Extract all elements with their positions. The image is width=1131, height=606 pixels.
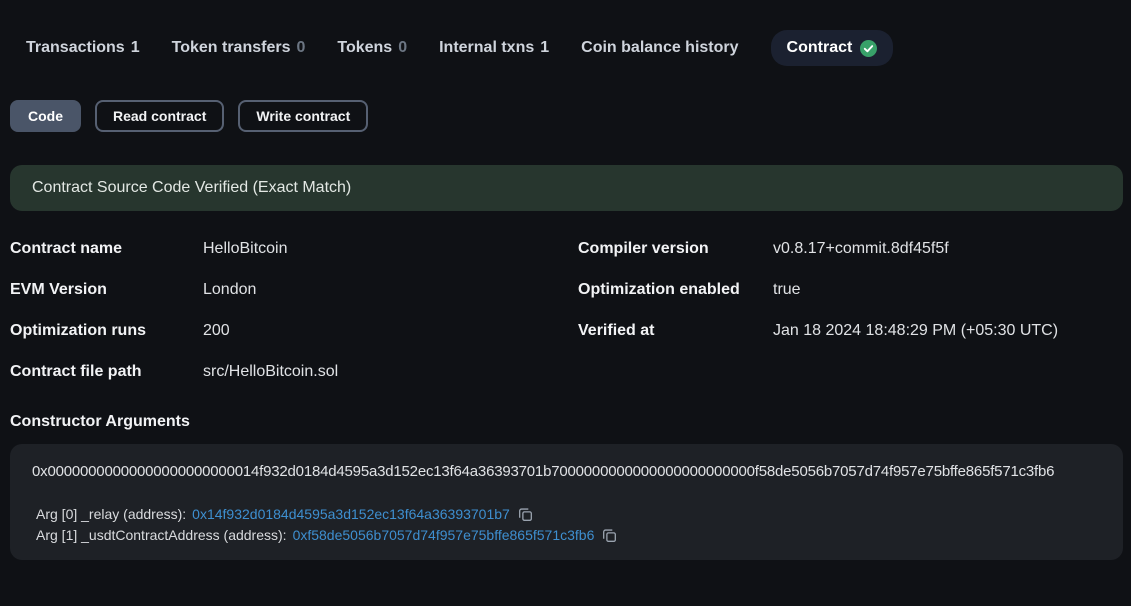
evm-version-value: London <box>203 281 578 299</box>
optimization-enabled-label: Optimization enabled <box>578 281 773 299</box>
optimization-runs-label: Optimization runs <box>10 322 203 340</box>
tab-transactions[interactable]: Transactions 1 <box>26 39 140 57</box>
write-contract-button[interactable]: Write contract <box>238 100 368 132</box>
tab-coin-balance-history[interactable]: Coin balance history <box>581 39 738 57</box>
constructor-arguments-block: 0x00000000000000000000000014f932d0184d45… <box>10 444 1123 560</box>
contract-name-value: HelloBitcoin <box>203 240 578 258</box>
contract-info-grid: Contract name HelloBitcoin Compiler vers… <box>10 240 1131 381</box>
tab-count: 0 <box>296 39 305 57</box>
contract-file-path-label: Contract file path <box>10 363 203 381</box>
compiler-version-label: Compiler version <box>578 240 773 258</box>
verified-banner: Contract Source Code Verified (Exact Mat… <box>10 165 1123 211</box>
tab-label: Transactions <box>26 39 125 57</box>
arg-0-prefix: Arg [0] _relay (address): <box>36 504 186 525</box>
tab-count: 1 <box>540 39 549 57</box>
contract-subtabs: Code Read contract Write contract <box>10 100 1131 132</box>
contract-name-label: Contract name <box>10 240 203 258</box>
tab-bar: Transactions 1 Token transfers 0 Tokens … <box>26 28 1131 68</box>
arg-1-prefix: Arg [1] _usdtContractAddress (address): <box>36 525 287 546</box>
evm-version-label: EVM Version <box>10 281 203 299</box>
optimization-runs-value: 200 <box>203 322 578 340</box>
decoded-args-list: Arg [0] _relay (address): 0x14f932d0184d… <box>36 504 1101 546</box>
tab-internal-txns[interactable]: Internal txns 1 <box>439 39 549 57</box>
arg-row-1: Arg [1] _usdtContractAddress (address): … <box>36 525 1101 546</box>
read-contract-button[interactable]: Read contract <box>95 100 224 132</box>
constructor-raw-hex: 0x00000000000000000000000014f932d0184d45… <box>32 463 1101 480</box>
verified-at-label: Verified at <box>578 322 773 340</box>
tab-tokens[interactable]: Tokens 0 <box>337 39 407 57</box>
tab-label: Coin balance history <box>581 39 738 57</box>
copy-icon[interactable] <box>518 507 533 522</box>
verified-at-value: Jan 18 2024 18:48:29 PM (+05:30 UTC) <box>773 322 1131 340</box>
arg-1-address-link[interactable]: 0xf58de5056b7057d74f957e75bffe865f571c3f… <box>293 525 595 546</box>
contract-file-path-value: src/HelloBitcoin.sol <box>203 363 578 381</box>
tab-label: Tokens <box>337 39 392 57</box>
code-button[interactable]: Code <box>10 100 81 132</box>
arg-0-address-link[interactable]: 0x14f932d0184d4595a3d152ec13f64a36393701… <box>192 504 510 525</box>
verified-check-icon <box>860 40 877 57</box>
tab-count: 0 <box>398 39 407 57</box>
verified-banner-text: Contract Source Code Verified (Exact Mat… <box>32 179 351 197</box>
copy-icon[interactable] <box>602 528 617 543</box>
tab-contract[interactable]: Contract <box>771 30 894 66</box>
tab-label: Token transfers <box>172 39 291 57</box>
arg-row-0: Arg [0] _relay (address): 0x14f932d0184d… <box>36 504 1101 525</box>
compiler-version-value: v0.8.17+commit.8df45f5f <box>773 240 1131 258</box>
constructor-arguments-heading: Constructor Arguments <box>10 413 1131 431</box>
optimization-enabled-value: true <box>773 281 1131 299</box>
tab-count: 1 <box>131 39 140 57</box>
tab-token-transfers[interactable]: Token transfers 0 <box>172 39 306 57</box>
tab-label: Internal txns <box>439 39 534 57</box>
tab-label: Contract <box>787 39 853 57</box>
